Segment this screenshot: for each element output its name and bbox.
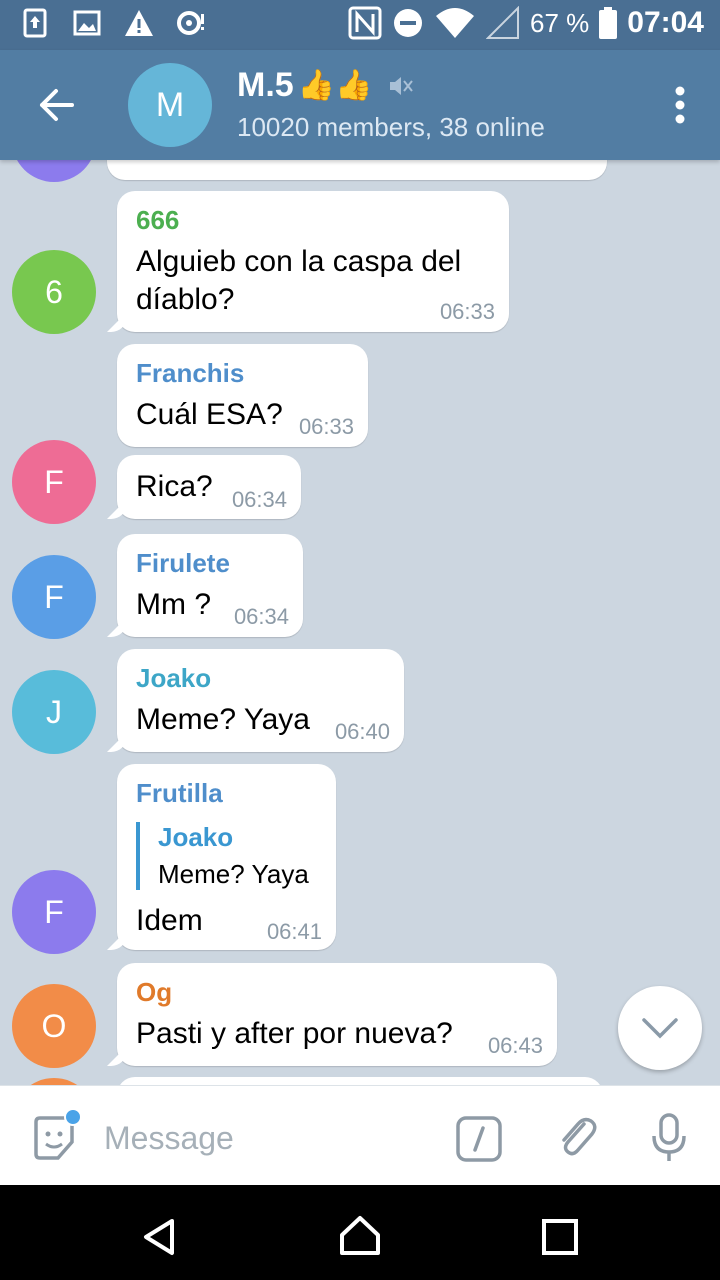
message-text: Pasti y after por nueva?: [136, 1017, 453, 1050]
message-list[interactable]: 6 666 Alguieb con la caspa del díablo? 0…: [0, 160, 720, 1085]
avatar[interactable]: F: [12, 870, 96, 954]
avatar[interactable]: [12, 160, 96, 182]
message-input[interactable]: [104, 1116, 434, 1160]
sticker-notification-dot: [64, 1108, 82, 1126]
battery-percent: 67 %: [530, 7, 590, 38]
message-sender[interactable]: Franchis: [136, 358, 244, 389]
message-bubble[interactable]: Frutilla Joako Meme? Yaya Idem 06:41: [117, 764, 336, 950]
battery-icon: [599, 7, 618, 39]
avatar[interactable]: F: [12, 440, 96, 524]
clock: 07:04: [627, 6, 704, 39]
upload-notification-icon: [23, 8, 47, 38]
chat-title[interactable]: M.5 👍👍: [237, 66, 414, 105]
message-time: 06:34: [231, 487, 287, 512]
scroll-to-bottom-button[interactable]: [618, 986, 702, 1070]
message-bubble[interactable]: Rica? 06:34: [117, 455, 301, 519]
message-bubble-partial[interactable]: [117, 1077, 603, 1085]
chat-header: M M.5 👍👍 10020 members, 38 online: [0, 50, 720, 160]
status-left-icons: [20, 8, 206, 38]
message-sender[interactable]: 666: [136, 205, 179, 236]
chat-title-emoji: 👍👍: [297, 69, 373, 102]
message-bubble[interactable]: Franchis Cuál ESA? 06:33: [117, 344, 368, 447]
avatar[interactable]: F: [12, 555, 96, 639]
reply-quote-sender: Joako: [158, 822, 234, 852]
avatar[interactable]: J: [12, 670, 96, 754]
nav-recent-apps-icon[interactable]: [540, 1217, 580, 1257]
message-time: 06:43: [487, 1033, 543, 1058]
message-text: Cuál ESA?: [136, 398, 283, 431]
message-composer: [0, 1085, 720, 1185]
message-bubble[interactable]: 666 Alguieb con la caspa del díablo? 06:…: [117, 191, 509, 332]
message-text: Alguieb con la caspa del díablo?: [136, 245, 462, 316]
chat-avatar[interactable]: M: [128, 63, 212, 147]
paperclip-icon[interactable]: [554, 1114, 600, 1160]
message-time: 06:40: [334, 719, 390, 744]
reply-quote[interactable]: Joako Meme? Yaya: [136, 822, 309, 890]
microphone-icon[interactable]: [646, 1112, 692, 1164]
avatar[interactable]: 6: [12, 250, 96, 334]
message-bubble[interactable]: Firulete Mm ? 06:34: [117, 534, 303, 637]
message-sender[interactable]: Firulete: [136, 548, 230, 579]
chat-members-status: 10020 members, 38 online: [237, 112, 545, 142]
do-not-disturb-icon: [394, 9, 422, 37]
muted-speaker-icon: [390, 76, 414, 95]
image-notification-icon: [73, 10, 101, 36]
message-time: 06:41: [266, 919, 322, 944]
warning-notification-icon: [125, 10, 153, 36]
message-text: Rica?: [136, 470, 213, 503]
message-bubble-partial[interactable]: [107, 160, 607, 180]
message-sender[interactable]: Joako: [136, 663, 211, 694]
wifi-icon: [436, 8, 474, 38]
avatar[interactable]: [12, 1078, 96, 1085]
chat-title-text: M.5: [237, 66, 294, 104]
back-arrow-icon[interactable]: [30, 82, 80, 128]
message-text: Meme? Yaya: [136, 703, 310, 736]
message-sender[interactable]: Og: [136, 977, 172, 1008]
status-right: 67 % 07:04: [348, 6, 704, 40]
nav-home-icon[interactable]: [336, 1213, 384, 1257]
cell-signal-icon: [486, 6, 519, 39]
bot-command-icon[interactable]: [456, 1116, 502, 1162]
reply-quote-text: Meme? Yaya: [158, 859, 309, 889]
message-bubble[interactable]: Og Pasti y after por nueva? 06:43: [117, 963, 557, 1066]
message-time: 06:33: [439, 299, 495, 324]
message-sender[interactable]: Frutilla: [136, 778, 223, 809]
more-vert-icon[interactable]: [670, 82, 690, 128]
nav-back-icon[interactable]: [138, 1215, 182, 1259]
system-navigation-bar: [0, 1185, 720, 1280]
sync-notification-icon: [177, 11, 204, 35]
nfc-icon: [348, 6, 382, 40]
message-text: Idem: [136, 904, 203, 937]
message-time: 06:34: [233, 604, 289, 629]
message-time: 06:33: [298, 414, 354, 439]
chevron-down-icon: [642, 1018, 678, 1039]
message-text: Mm ?: [136, 588, 211, 621]
avatar[interactable]: O: [12, 984, 96, 1068]
message-bubble[interactable]: Joako Meme? Yaya 06:40: [117, 649, 404, 752]
status-bar: 67 % 07:04: [0, 0, 720, 50]
